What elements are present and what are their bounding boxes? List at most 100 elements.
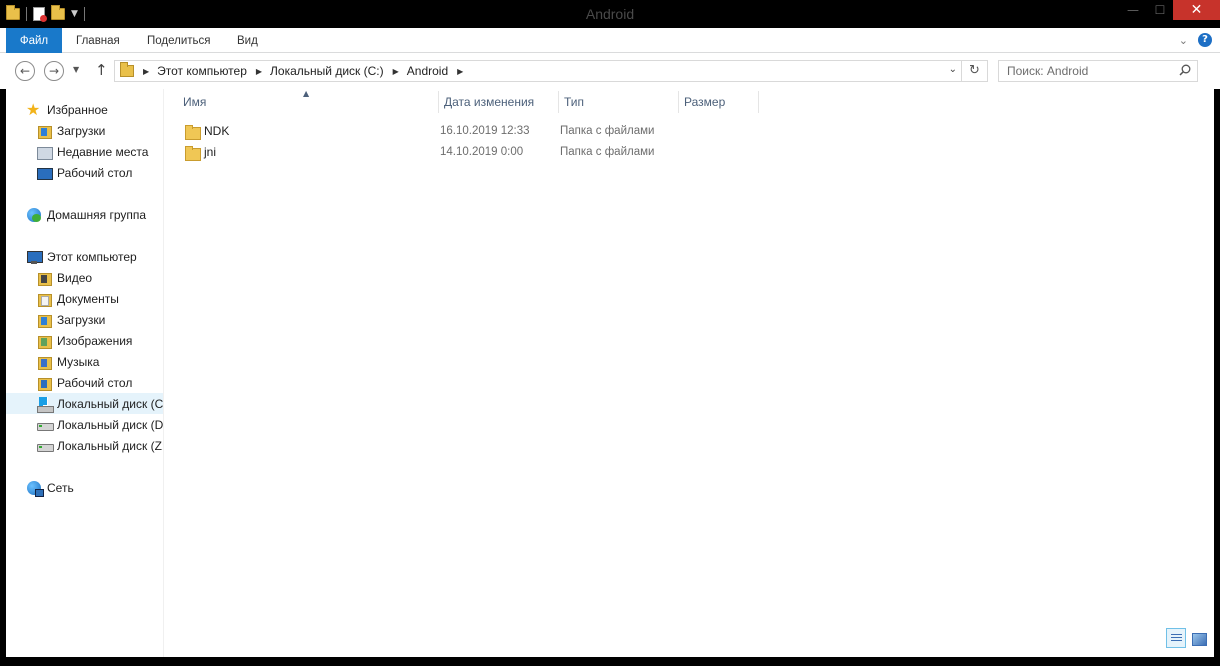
- search-box[interactable]: [998, 60, 1198, 82]
- folder-icon: [120, 62, 134, 77]
- drive-icon: [36, 438, 54, 454]
- large-icons-view-button[interactable]: [1188, 628, 1208, 648]
- chevron-right-icon[interactable]: ▶: [143, 67, 149, 76]
- navigation-bar: ← → ▼ ↑ ▶ Этот компьютер ▶ Локальный дис…: [0, 53, 1220, 89]
- desktop-icon: [36, 165, 53, 181]
- file-name: jni: [204, 145, 217, 159]
- sidebar-item-label: Видео: [57, 270, 93, 285]
- sidebar-item-desktop-pc[interactable]: Рабочий стол: [6, 372, 163, 393]
- folder-icon: [185, 146, 201, 161]
- sidebar-item-downloads[interactable]: Загрузки: [6, 120, 163, 141]
- window-controls: — ☐ ✕: [1119, 0, 1220, 20]
- column-header-name[interactable]: Имя: [165, 89, 439, 115]
- maximize-button[interactable]: ☐: [1147, 0, 1173, 20]
- help-icon[interactable]: ?: [1198, 33, 1212, 47]
- address-bar[interactable]: ▶ Этот компьютер ▶ Локальный диск (C:) ▶…: [114, 60, 962, 82]
- view-switcher: [1166, 628, 1208, 648]
- computer-icon: [26, 249, 43, 265]
- drive-icon: [36, 417, 54, 433]
- sidebar-item-label: Изображения: [57, 333, 133, 348]
- navigation-pane[interactable]: Избранное Загрузки Недавние места Рабочи…: [6, 89, 164, 657]
- file-type: Папка с файлами: [560, 125, 655, 137]
- refresh-button[interactable]: ↻: [962, 60, 988, 82]
- sidebar-item-pictures[interactable]: Изображения: [6, 330, 163, 351]
- sidebar-item-label: Локальный диск (D:): [57, 417, 164, 432]
- pictures-folder-icon: [36, 333, 52, 349]
- sort-ascending-icon: ▲: [303, 89, 310, 98]
- main-area: Избранное Загрузки Недавние места Рабочи…: [6, 89, 1214, 657]
- chevron-right-icon[interactable]: ▶: [256, 67, 262, 76]
- sidebar-item-label: Рабочий стол: [57, 165, 133, 180]
- minimize-button[interactable]: —: [1119, 0, 1147, 20]
- chevron-right-icon[interactable]: ▶: [457, 67, 463, 76]
- videos-folder-icon: [36, 270, 52, 286]
- tab-home[interactable]: Главная: [64, 28, 132, 53]
- recent-places-icon: [36, 144, 53, 160]
- sidebar-item-label: Домашняя группа: [47, 207, 147, 222]
- homegroup-icon: [26, 207, 42, 223]
- up-button[interactable]: ↑: [95, 61, 108, 79]
- sidebar-item-homegroup[interactable]: Домашняя группа: [6, 204, 163, 225]
- sidebar-item-label: Локальный диск (C:): [57, 396, 164, 411]
- file-name: NDK: [204, 124, 230, 138]
- title-bar: ▼ Android — ☐ ✕: [0, 0, 1220, 28]
- music-folder-icon: [36, 354, 52, 370]
- sidebar-item-local-disk-z[interactable]: Локальный диск (Z:): [6, 435, 164, 456]
- expand-ribbon-icon[interactable]: ⌄: [1179, 34, 1188, 47]
- close-button[interactable]: ✕: [1173, 0, 1220, 20]
- search-input[interactable]: [999, 61, 1169, 81]
- ribbon-right: ⌄ ?: [1179, 33, 1212, 47]
- network-icon: [26, 480, 44, 497]
- details-view-button[interactable]: [1166, 628, 1186, 648]
- file-row[interactable]: jni 14.10.2019 0:00 Папка с файлами: [179, 142, 689, 163]
- chevron-right-icon[interactable]: ▶: [393, 67, 399, 76]
- address-history-chevron-icon[interactable]: ⌄: [949, 64, 957, 75]
- star-icon: [26, 100, 42, 120]
- recent-locations-icon[interactable]: ▼: [73, 65, 79, 74]
- sidebar-item-local-disk-d[interactable]: Локальный диск (D:): [6, 414, 164, 435]
- breadcrumb-local-disk-c[interactable]: Локальный диск (C:): [270, 64, 384, 78]
- file-date-modified: 16.10.2019 12:33: [440, 125, 530, 137]
- breadcrumb-android[interactable]: Android: [407, 64, 448, 78]
- sidebar-item-label: Этот компьютер: [47, 249, 137, 264]
- sidebar-item-label: Локальный диск (Z:): [57, 438, 164, 453]
- sidebar-item-favorites[interactable]: Избранное: [6, 99, 163, 120]
- sidebar-item-network[interactable]: Сеть: [6, 477, 163, 498]
- documents-folder-icon: [36, 291, 52, 307]
- downloads-folder-icon: [36, 312, 52, 328]
- sidebar-item-videos[interactable]: Видео: [6, 267, 163, 288]
- sidebar-item-label: Недавние места: [57, 144, 149, 159]
- tab-file[interactable]: Файл: [6, 28, 62, 53]
- sidebar-item-label: Музыка: [57, 354, 100, 369]
- file-type: Папка с файлами: [560, 146, 655, 158]
- file-date-modified: 14.10.2019 0:00: [440, 146, 524, 158]
- sidebar-item-music[interactable]: Музыка: [6, 351, 163, 372]
- column-header-date-modified[interactable]: Дата изменения: [439, 89, 559, 115]
- file-list[interactable]: Имя ▲ Дата изменения Тип Размер NDK 16.1…: [165, 89, 1214, 657]
- sidebar-item-label: Избранное: [47, 102, 108, 117]
- ribbon-tabs: Файл Главная Поделиться Вид ⌄ ?: [0, 28, 1220, 53]
- downloads-folder-icon: [36, 123, 52, 139]
- forward-button[interactable]: →: [44, 61, 64, 81]
- sidebar-item-desktop[interactable]: Рабочий стол: [6, 162, 163, 183]
- breadcrumb-this-pc[interactable]: Этот компьютер: [157, 64, 247, 78]
- window-title: Android: [585, 6, 635, 22]
- sidebar-item-label: Загрузки: [57, 123, 106, 138]
- sidebar-item-label: Сеть: [47, 480, 74, 495]
- sidebar-item-downloads-pc[interactable]: Загрузки: [6, 309, 163, 330]
- tab-view[interactable]: Вид: [225, 28, 270, 53]
- sidebar-item-local-disk-c[interactable]: Локальный диск (C:): [6, 393, 164, 414]
- sidebar-item-documents[interactable]: Документы: [6, 288, 163, 309]
- file-row[interactable]: NDK 16.10.2019 12:33 Папка с файлами: [179, 121, 689, 142]
- column-header-type[interactable]: Тип: [559, 89, 679, 115]
- sidebar-item-recent-places[interactable]: Недавние места: [6, 141, 163, 162]
- folder-icon: [185, 125, 201, 140]
- column-header-size[interactable]: Размер: [679, 89, 759, 115]
- search-icon[interactable]: [1179, 64, 1191, 76]
- sidebar-item-label: Рабочий стол: [57, 375, 133, 390]
- back-button[interactable]: ←: [15, 61, 35, 81]
- sidebar-item-this-pc[interactable]: Этот компьютер: [6, 246, 163, 267]
- tab-share[interactable]: Поделиться: [135, 28, 223, 53]
- windows-drive-icon: [36, 396, 54, 413]
- sidebar-item-label: Документы: [57, 291, 119, 306]
